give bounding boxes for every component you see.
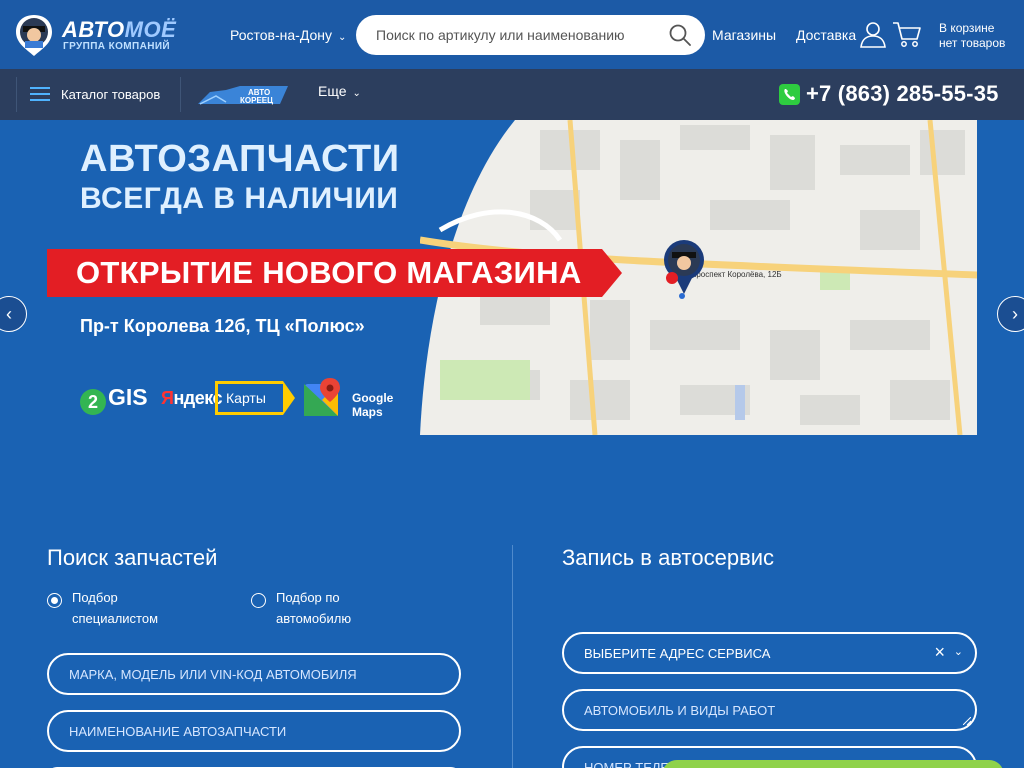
google-maps-logo[interactable]: Google Maps (302, 378, 422, 419)
logo-subtitle: ГРУППА КОМПАНИЙ (63, 41, 171, 52)
promo-text: ОТКРЫТИЕ НОВОГО МАГАЗИНА (76, 255, 582, 290)
radio-unchecked-icon (251, 593, 266, 608)
yandex-y: Я (161, 388, 174, 408)
whatsapp-icon[interactable] (779, 83, 800, 105)
cart-status-line2: нет товаров (939, 36, 1006, 50)
2gis-icon: 2 (80, 389, 106, 415)
chevron-down-icon: ⌄ (953, 646, 963, 658)
2gis-label: GIS (108, 384, 148, 410)
service-title: Запись в автосервис (562, 545, 775, 570)
part-name-input[interactable] (47, 710, 461, 752)
more-menu[interactable]: Еще ⌄ (318, 83, 361, 99)
mascot-badge-icon (16, 15, 52, 56)
city-selector[interactable]: Ростов-на-Дону ⌄ (230, 27, 346, 43)
radio-checked-icon (47, 593, 62, 608)
clear-icon[interactable]: × (934, 642, 945, 663)
radio-by-car-label: Подбор по автомобилю (276, 590, 352, 626)
logo-brand-text: АВТОМОЁ (62, 17, 177, 42)
chevron-right-icon: › (1012, 304, 1018, 324)
more-label: Еще (318, 83, 347, 99)
catalog-label: Каталог товаров (61, 86, 161, 102)
yandex-logo[interactable]: Яндекс (161, 388, 223, 409)
radio-specialist-label: Подбор специалистом (72, 590, 159, 626)
resize-handle-icon[interactable] (963, 717, 971, 725)
stores-link[interactable]: Магазины (712, 27, 776, 43)
store-address: Пр-т Королева 12б, ТЦ «Полюс» (80, 316, 365, 336)
parts-search-title: Поиск запчастей (47, 545, 218, 570)
slider-prev-button[interactable]: ‹ (0, 296, 27, 332)
nav-divider (180, 77, 181, 112)
car-works-textarea[interactable]: АВТОМОБИЛЬ И ВИДЫ РАБОТ (562, 689, 977, 731)
catalog-button[interactable]: Каталог товаров (30, 83, 160, 105)
top-header: АВТОМОЁ ГРУППА КОМПАНИЙ Ростов-на-Дону ⌄ … (0, 0, 1024, 69)
banner-title-line1: АВТОЗАПЧАСТИ (80, 138, 400, 180)
yandex-maps-logo[interactable]: Карты (215, 381, 295, 415)
promo-banner[interactable]: проспект Королёва, 12Б АВТОЗАПЧАСТИ ВСЕГ… (0, 120, 1024, 435)
search-icon[interactable] (669, 24, 691, 46)
cart-icon[interactable] (892, 20, 922, 48)
service-address-select[interactable]: ВЫБЕРИТЕ АДРЕС СЕРВИСА × ⌄ (562, 632, 977, 674)
map-address-label: проспект Королёва, 12Б (692, 270, 782, 279)
promo-ribbon: ОТКРЫТИЕ НОВОГО МАГАЗИНА (47, 249, 622, 297)
banner-title-line2: ВСЕГДА В НАЛИЧИИ (80, 182, 399, 215)
google-maps-icon (304, 378, 340, 416)
site-logo[interactable]: АВТОМОЁ ГРУППА КОМПАНИЙ (14, 13, 186, 57)
slider-next-button[interactable]: › (997, 296, 1024, 332)
menu-icon (30, 87, 50, 101)
user-icon[interactable] (859, 20, 887, 48)
map-services: 2 GIS Яндекс Карты Google Maps (80, 378, 422, 419)
radio-specialist[interactable]: Подбор специалистом (47, 587, 158, 629)
chevron-left-icon: ‹ (6, 304, 12, 324)
chevron-down-icon: ⌄ (338, 32, 347, 43)
city-label: Ростов-на-Дону (230, 27, 332, 43)
secondary-nav: Каталог товаров АВТО КОРЕЕЦ Еще ⌄ +7 (863… (0, 69, 1024, 120)
chevron-down-icon: ⌄ (352, 88, 361, 99)
karty-label: Карты (226, 390, 266, 406)
radio-by-car[interactable]: Подбор по автомобилю (251, 587, 351, 629)
car-works-placeholder: АВТОМОБИЛЬ И ВИДЫ РАБОТ (584, 703, 776, 718)
google-maps-label: Google Maps (352, 391, 394, 419)
service-address-value: ВЫБЕРИТЕ АДРЕС СЕРВИСА (584, 646, 771, 661)
search-box (356, 15, 705, 55)
column-divider (512, 545, 513, 768)
cart-status[interactable]: В корзине нет товаров (939, 21, 1005, 51)
search-input[interactable] (356, 15, 656, 55)
2gis-logo[interactable]: 2 GIS (80, 384, 148, 415)
submit-button[interactable] (662, 760, 1004, 768)
delivery-link[interactable]: Доставка (796, 27, 856, 43)
nav-divider (16, 77, 17, 112)
phone-contact[interactable]: +7 (863) 285-55-35 (779, 81, 999, 107)
cart-status-line1: В корзине (939, 21, 995, 35)
car-vin-input[interactable] (47, 653, 461, 695)
avtokoreec-logo[interactable]: АВТО КОРЕЕЦ (196, 82, 292, 108)
partner-logo-bottom: КОРЕЕЦ (240, 96, 273, 105)
phone-number[interactable]: +7 (863) 285-55-35 (806, 81, 999, 107)
store-marker-icon (666, 272, 678, 284)
